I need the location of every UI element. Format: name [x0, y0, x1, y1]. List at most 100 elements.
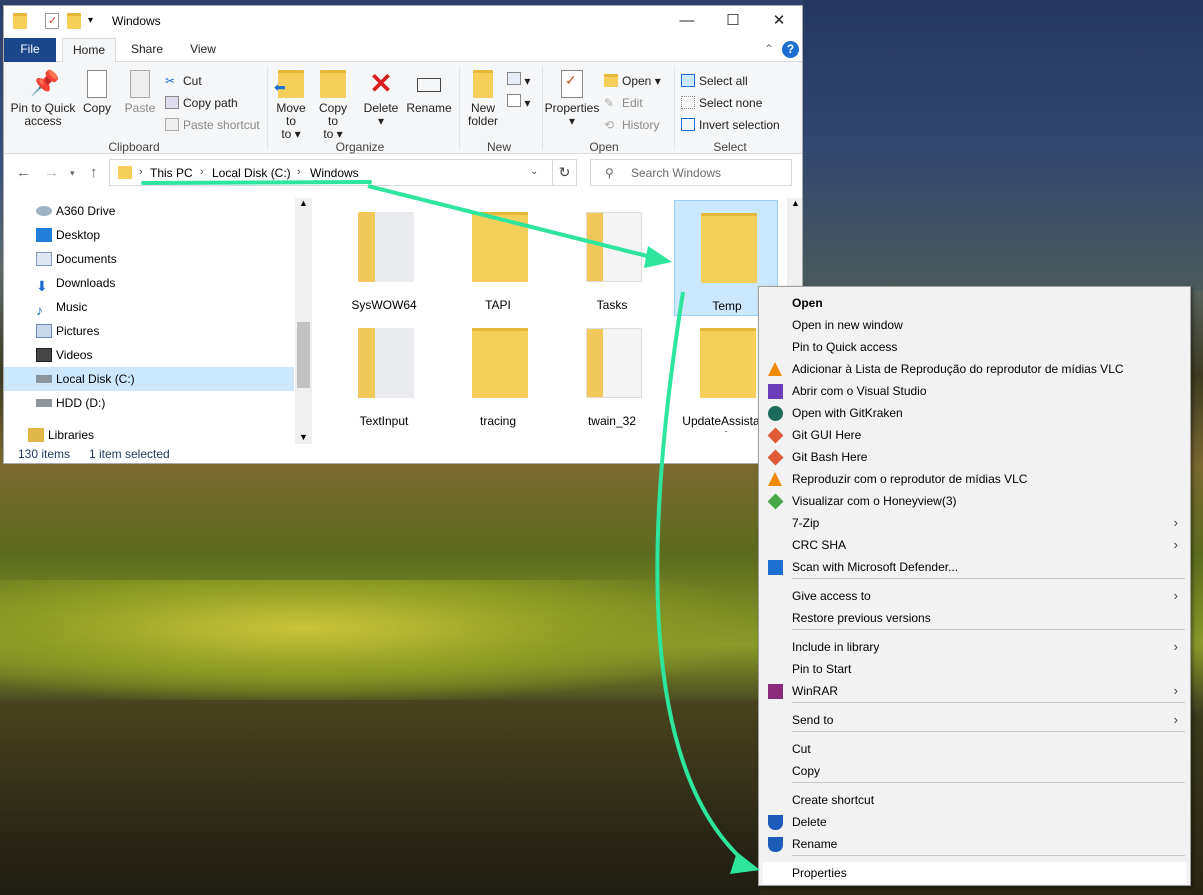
copy-button[interactable]: Copy	[80, 70, 114, 115]
file-item-tracing[interactable]: tracing	[446, 316, 550, 432]
nav-item-documents[interactable]: Documents	[4, 247, 294, 271]
menu-item-give-access-to[interactable]: Give access to ›	[763, 585, 1186, 607]
window-title: Windows	[112, 14, 161, 28]
desktop-icon	[36, 228, 52, 242]
scroll-thumb[interactable]	[297, 322, 310, 388]
menu-item-include-in-library[interactable]: Include in library ›	[763, 636, 1186, 658]
chevron-right-icon: ›	[139, 166, 143, 178]
maximize-button[interactable]: ☐	[710, 6, 756, 37]
refresh-button[interactable]: ↻	[552, 159, 577, 186]
menu-item-visualizar-com-o-honeyview-3[interactable]: Visualizar com o Honeyview(3)	[763, 490, 1186, 512]
customize-quick-access-icon[interactable]: ▾	[88, 15, 102, 31]
menu-item-create-shortcut[interactable]: Create shortcut	[763, 789, 1186, 811]
rename-button[interactable]: Rename	[406, 70, 452, 115]
search-input[interactable]: Search Windows	[631, 166, 721, 180]
scroll-up-icon[interactable]: ▲	[791, 198, 800, 208]
minimize-button[interactable]: —	[664, 6, 710, 37]
menu-item-properties[interactable]: Properties	[763, 862, 1186, 884]
menu-item-rename[interactable]: Rename	[763, 833, 1186, 855]
scroll-up-icon[interactable]: ▲	[299, 198, 308, 208]
copy-path-button[interactable]: Copy path	[165, 96, 238, 110]
menu-item-open[interactable]: Open	[763, 292, 1186, 314]
new-folder-quick-icon[interactable]	[67, 13, 81, 29]
edit-button[interactable]: ✎ Edit	[604, 96, 643, 110]
new-folder-button[interactable]: New folder	[464, 70, 502, 128]
pin-to-quick-access-button[interactable]: 📌 Pin to Quick access	[8, 70, 78, 128]
menu-item-adicionar-lista-de-reprodu-o-do-reprodutor-de-m-dias-vlc[interactable]: Adicionar à Lista de Reprodução do repro…	[763, 358, 1186, 380]
address-bar[interactable]: › This PC › Local Disk (C:) › Windows ⌄	[109, 159, 577, 186]
cut-button[interactable]: ✂ Cut	[165, 74, 202, 88]
copy-path-icon	[165, 96, 179, 109]
invert-selection-button[interactable]: Invert selection	[681, 118, 780, 132]
menu-item-crc-sha[interactable]: CRC SHA ›	[763, 534, 1186, 556]
nav-item-a360-drive[interactable]: A360 Drive	[4, 199, 294, 223]
rename-icon	[417, 78, 441, 92]
file-item-twain32[interactable]: twain_32	[560, 316, 664, 432]
back-button[interactable]: ←	[16, 164, 31, 181]
menu-item-open-in-new-window[interactable]: Open in new window	[763, 314, 1186, 336]
nav-item-local-disk-c[interactable]: Local Disk (C:)	[4, 367, 294, 391]
menu-item-send-to[interactable]: Send to ›	[763, 709, 1186, 731]
up-button[interactable]: ↑	[90, 164, 98, 181]
tab-share[interactable]: Share	[122, 38, 172, 62]
copy-to-button[interactable]: Copy to to ▾	[315, 70, 351, 141]
menu-item-reproduzir-com-o-reprodutor-de-m-dias-vlc[interactable]: Reproduzir com o reprodutor de mídias VL…	[763, 468, 1186, 490]
git-icon	[767, 449, 784, 466]
menu-item-restore-previous-versions[interactable]: Restore previous versions	[763, 607, 1186, 629]
paste-shortcut-button[interactable]: Paste shortcut	[165, 118, 260, 132]
nav-item-hdd-d[interactable]: HDD (D:)	[4, 391, 294, 415]
nav-item-downloads[interactable]: ⬇ Downloads	[4, 271, 294, 295]
menu-item-cut[interactable]: Cut	[763, 738, 1186, 760]
chevron-down-icon[interactable]: ⌄	[530, 166, 538, 177]
menu-item-copy[interactable]: Copy	[763, 760, 1186, 782]
nav-item-pictures[interactable]: Pictures	[4, 319, 294, 343]
invert-selection-icon	[681, 118, 695, 131]
help-icon[interactable]: ?	[782, 41, 799, 58]
menu-item-scan-with-microsoft-defender[interactable]: Scan with Microsoft Defender...	[763, 556, 1186, 578]
scroll-down-icon[interactable]: ▼	[299, 432, 308, 442]
properties-button[interactable]: ✓ Properties ▾	[544, 70, 600, 128]
easy-access-button[interactable]: ▾	[507, 94, 530, 110]
forward-button[interactable]: →	[44, 164, 59, 181]
move-to-button[interactable]: ⬅ Move to to ▾	[273, 70, 309, 141]
recent-locations-button[interactable]: ▾	[70, 168, 75, 179]
select-all-button[interactable]: Select all	[681, 74, 748, 88]
breadcrumb-windows[interactable]: Windows	[310, 166, 359, 180]
tab-view[interactable]: View	[178, 38, 228, 62]
navigation-pane: A360 Drive Desktop Documents ⬇ Downloads …	[4, 192, 314, 444]
open-button[interactable]: Open ▾	[604, 74, 661, 88]
menu-item-open-with-gitkraken[interactable]: Open with GitKraken	[763, 402, 1186, 424]
delete-button[interactable]: ✕ Delete ▾	[362, 70, 400, 128]
history-button[interactable]: ⟲ History	[604, 118, 659, 132]
menu-item-git-bash-here[interactable]: Git Bash Here	[763, 446, 1186, 468]
tab-file[interactable]: File	[4, 38, 56, 62]
menu-item-delete[interactable]: Delete	[763, 811, 1186, 833]
new-item-icon	[507, 72, 521, 85]
paste-button[interactable]: Paste	[122, 70, 158, 115]
close-button[interactable]: ✕	[756, 6, 802, 37]
menu-separator	[792, 731, 1185, 732]
file-item-textinput[interactable]: TextInput	[332, 316, 436, 432]
nav-item-desktop[interactable]: Desktop	[4, 223, 294, 247]
nav-item-music[interactable]: ♪ Music	[4, 295, 294, 319]
new-item-button[interactable]: ▾	[507, 72, 530, 88]
breadcrumb-this-pc[interactable]: This PC	[150, 166, 193, 180]
menu-item-7-zip[interactable]: 7-Zip ›	[763, 512, 1186, 534]
file-item-tasks[interactable]: Tasks	[560, 200, 664, 316]
menu-item-winrar[interactable]: WinRAR ›	[763, 680, 1186, 702]
menu-item-git-gui-here[interactable]: Git GUI Here	[763, 424, 1186, 446]
breadcrumb-local-disk[interactable]: Local Disk (C:)	[212, 166, 291, 180]
menu-item-abrir-com-o-visual-studio[interactable]: Abrir com o Visual Studio	[763, 380, 1186, 402]
select-none-button[interactable]: Select none	[681, 96, 762, 110]
chevron-right-icon: ›	[1173, 683, 1178, 698]
menu-item-pin-to-quick-access[interactable]: Pin to Quick access	[763, 336, 1186, 358]
properties-quick-icon[interactable]: ✓	[45, 13, 59, 29]
nav-item-videos[interactable]: Videos	[4, 343, 294, 367]
menu-item-pin-to-start[interactable]: Pin to Start	[763, 658, 1186, 680]
search-box[interactable]: ⚲ Search Windows	[590, 159, 792, 186]
file-item-syswow64[interactable]: SysWOW64	[332, 200, 436, 316]
file-item-tapi[interactable]: TAPI	[446, 200, 550, 316]
tab-home[interactable]: Home	[62, 38, 116, 63]
collapse-ribbon-icon[interactable]: ⌃	[761, 38, 777, 62]
nav-scrollbar[interactable]: ▲ ▼	[295, 198, 312, 444]
